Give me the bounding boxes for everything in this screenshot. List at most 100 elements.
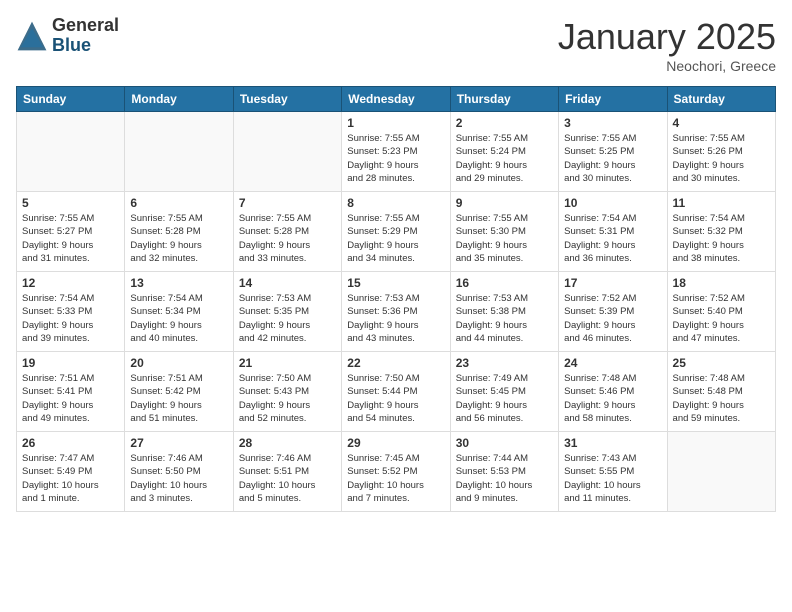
- day-info: Sunrise: 7:53 AM Sunset: 5:36 PM Dayligh…: [347, 292, 444, 345]
- month-title: January 2025: [558, 16, 776, 58]
- calendar-day-cell: 31Sunrise: 7:43 AM Sunset: 5:55 PM Dayli…: [559, 432, 667, 512]
- weekday-header: Thursday: [450, 87, 558, 112]
- day-number: 6: [130, 196, 227, 210]
- day-info: Sunrise: 7:50 AM Sunset: 5:43 PM Dayligh…: [239, 372, 336, 425]
- day-info: Sunrise: 7:44 AM Sunset: 5:53 PM Dayligh…: [456, 452, 553, 505]
- day-number: 26: [22, 436, 119, 450]
- calendar-week-row: 19 Sunrise: 7:51 AM Sunset: 5:41 PM Dayli…: [17, 352, 776, 432]
- weekday-header: Sunday: [17, 87, 125, 112]
- day-number: 14: [239, 276, 336, 290]
- calendar-day-cell: [17, 112, 125, 192]
- day-number: 19: [22, 356, 119, 370]
- day-info: Sunrise: 7:51 AM Sunset: 5:41 PM Dayligh…: [22, 372, 119, 425]
- day-number: 29: [347, 436, 444, 450]
- day-info: Sunrise: 7:55 AM Sunset: 5:26 PM Dayligh…: [673, 132, 770, 185]
- calendar-day-cell: 28 Sunrise: 7:46 AM Sunset: 5:51 PM Dayli…: [233, 432, 341, 512]
- day-number: 31: [564, 436, 661, 450]
- logo-blue: Blue: [52, 36, 119, 56]
- logo-icon: [16, 20, 48, 52]
- calendar-day-cell: 24Sunrise: 7:48 AM Sunset: 5:46 PM Dayli…: [559, 352, 667, 432]
- calendar-day-cell: [667, 432, 775, 512]
- title-area: January 2025 Neochori, Greece: [558, 16, 776, 74]
- calendar-day-cell: 25Sunrise: 7:48 AM Sunset: 5:48 PM Dayli…: [667, 352, 775, 432]
- calendar-week-row: 26 Sunrise: 7:47 AM Sunset: 5:49 PM Dayli…: [17, 432, 776, 512]
- day-number: 28: [239, 436, 336, 450]
- day-number: 20: [130, 356, 227, 370]
- day-number: 2: [456, 116, 553, 130]
- day-number: 23: [456, 356, 553, 370]
- day-info: Sunrise: 7:55 AM Sunset: 5:24 PM Dayligh…: [456, 132, 553, 185]
- page-header: General Blue January 2025 Neochori, Gree…: [16, 16, 776, 74]
- calendar-day-cell: [125, 112, 233, 192]
- logo: General Blue: [16, 16, 119, 56]
- weekday-header: Saturday: [667, 87, 775, 112]
- day-info: Sunrise: 7:46 AM Sunset: 5:50 PM Dayligh…: [130, 452, 227, 505]
- calendar-day-cell: 4 Sunrise: 7:55 AM Sunset: 5:26 PM Daylig…: [667, 112, 775, 192]
- day-number: 21: [239, 356, 336, 370]
- calendar-day-cell: 18 Sunrise: 7:52 AM Sunset: 5:40 PM Dayli…: [667, 272, 775, 352]
- calendar-header-row: SundayMondayTuesdayWednesdayThursdayFrid…: [17, 87, 776, 112]
- day-info: Sunrise: 7:53 AM Sunset: 5:35 PM Dayligh…: [239, 292, 336, 345]
- calendar-day-cell: 1 Sunrise: 7:55 AM Sunset: 5:23 PM Daylig…: [342, 112, 450, 192]
- weekday-header: Friday: [559, 87, 667, 112]
- calendar-day-cell: 23Sunrise: 7:49 AM Sunset: 5:45 PM Dayli…: [450, 352, 558, 432]
- calendar-day-cell: 21 Sunrise: 7:50 AM Sunset: 5:43 PM Dayli…: [233, 352, 341, 432]
- calendar-day-cell: 2 Sunrise: 7:55 AM Sunset: 5:24 PM Daylig…: [450, 112, 558, 192]
- calendar-day-cell: 11Sunrise: 7:54 AM Sunset: 5:32 PM Dayli…: [667, 192, 775, 272]
- calendar-day-cell: 16Sunrise: 7:53 AM Sunset: 5:38 PM Dayli…: [450, 272, 558, 352]
- location: Neochori, Greece: [558, 58, 776, 74]
- day-info: Sunrise: 7:55 AM Sunset: 5:28 PM Dayligh…: [239, 212, 336, 265]
- day-info: Sunrise: 7:54 AM Sunset: 5:31 PM Dayligh…: [564, 212, 661, 265]
- weekday-header: Monday: [125, 87, 233, 112]
- logo-general: General: [52, 16, 119, 36]
- day-number: 18: [673, 276, 770, 290]
- calendar-day-cell: 9 Sunrise: 7:55 AM Sunset: 5:30 PM Daylig…: [450, 192, 558, 272]
- calendar-day-cell: 29Sunrise: 7:45 AM Sunset: 5:52 PM Dayli…: [342, 432, 450, 512]
- day-number: 22: [347, 356, 444, 370]
- calendar-day-cell: 5Sunrise: 7:55 AM Sunset: 5:27 PM Daylig…: [17, 192, 125, 272]
- day-number: 7: [239, 196, 336, 210]
- day-info: Sunrise: 7:47 AM Sunset: 5:49 PM Dayligh…: [22, 452, 119, 505]
- day-info: Sunrise: 7:48 AM Sunset: 5:46 PM Dayligh…: [564, 372, 661, 425]
- calendar-week-row: 12Sunrise: 7:54 AM Sunset: 5:33 PM Dayli…: [17, 272, 776, 352]
- logo-text: General Blue: [52, 16, 119, 56]
- calendar-day-cell: 12Sunrise: 7:54 AM Sunset: 5:33 PM Dayli…: [17, 272, 125, 352]
- calendar-day-cell: 26 Sunrise: 7:47 AM Sunset: 5:49 PM Dayli…: [17, 432, 125, 512]
- day-info: Sunrise: 7:55 AM Sunset: 5:28 PM Dayligh…: [130, 212, 227, 265]
- calendar-day-cell: 10 Sunrise: 7:54 AM Sunset: 5:31 PM Dayli…: [559, 192, 667, 272]
- day-info: Sunrise: 7:52 AM Sunset: 5:40 PM Dayligh…: [673, 292, 770, 345]
- day-info: Sunrise: 7:54 AM Sunset: 5:32 PM Dayligh…: [673, 212, 770, 265]
- day-info: Sunrise: 7:52 AM Sunset: 5:39 PM Dayligh…: [564, 292, 661, 345]
- day-number: 1: [347, 116, 444, 130]
- calendar-day-cell: 14 Sunrise: 7:53 AM Sunset: 5:35 PM Dayli…: [233, 272, 341, 352]
- calendar-week-row: 5Sunrise: 7:55 AM Sunset: 5:27 PM Daylig…: [17, 192, 776, 272]
- day-info: Sunrise: 7:55 AM Sunset: 5:23 PM Dayligh…: [347, 132, 444, 185]
- day-number: 5: [22, 196, 119, 210]
- day-number: 10: [564, 196, 661, 210]
- day-number: 9: [456, 196, 553, 210]
- day-number: 13: [130, 276, 227, 290]
- day-number: 3: [564, 116, 661, 130]
- calendar-day-cell: 13Sunrise: 7:54 AM Sunset: 5:34 PM Dayli…: [125, 272, 233, 352]
- calendar-week-row: 1 Sunrise: 7:55 AM Sunset: 5:23 PM Daylig…: [17, 112, 776, 192]
- day-number: 4: [673, 116, 770, 130]
- calendar-day-cell: 20 Sunrise: 7:51 AM Sunset: 5:42 PM Dayli…: [125, 352, 233, 432]
- calendar-day-cell: 22 Sunrise: 7:50 AM Sunset: 5:44 PM Dayli…: [342, 352, 450, 432]
- calendar-day-cell: 15 Sunrise: 7:53 AM Sunset: 5:36 PM Dayli…: [342, 272, 450, 352]
- day-info: Sunrise: 7:51 AM Sunset: 5:42 PM Dayligh…: [130, 372, 227, 425]
- day-info: Sunrise: 7:50 AM Sunset: 5:44 PM Dayligh…: [347, 372, 444, 425]
- calendar-day-cell: 19 Sunrise: 7:51 AM Sunset: 5:41 PM Dayli…: [17, 352, 125, 432]
- calendar-day-cell: 17 Sunrise: 7:52 AM Sunset: 5:39 PM Dayli…: [559, 272, 667, 352]
- day-number: 8: [347, 196, 444, 210]
- day-number: 17: [564, 276, 661, 290]
- calendar-day-cell: 8Sunrise: 7:55 AM Sunset: 5:29 PM Daylig…: [342, 192, 450, 272]
- day-info: Sunrise: 7:48 AM Sunset: 5:48 PM Dayligh…: [673, 372, 770, 425]
- day-info: Sunrise: 7:55 AM Sunset: 5:30 PM Dayligh…: [456, 212, 553, 265]
- calendar-day-cell: 7 Sunrise: 7:55 AM Sunset: 5:28 PM Daylig…: [233, 192, 341, 272]
- calendar-day-cell: 30 Sunrise: 7:44 AM Sunset: 5:53 PM Dayli…: [450, 432, 558, 512]
- calendar-day-cell: 27Sunrise: 7:46 AM Sunset: 5:50 PM Dayli…: [125, 432, 233, 512]
- day-info: Sunrise: 7:46 AM Sunset: 5:51 PM Dayligh…: [239, 452, 336, 505]
- calendar-day-cell: 6 Sunrise: 7:55 AM Sunset: 5:28 PM Daylig…: [125, 192, 233, 272]
- day-number: 15: [347, 276, 444, 290]
- day-number: 30: [456, 436, 553, 450]
